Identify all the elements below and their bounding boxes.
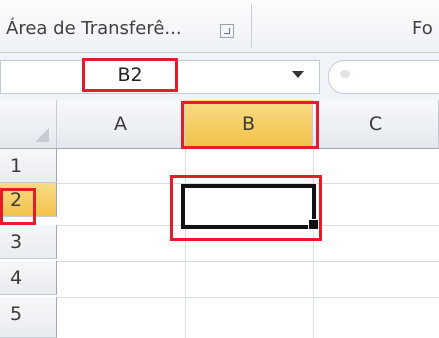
ribbon-group-separator	[251, 4, 252, 48]
column-header-c[interactable]: C	[313, 100, 439, 149]
font-group-label: Fo	[412, 18, 433, 39]
row-header-5[interactable]: 5	[0, 297, 57, 338]
select-all-triangle-icon	[35, 128, 49, 142]
gridline	[57, 297, 439, 298]
row-header-4[interactable]: 4	[0, 261, 57, 295]
row-header-1[interactable]: 1	[0, 149, 57, 183]
formula-bar-handle-icon	[340, 70, 350, 78]
chevron-down-icon[interactable]	[292, 71, 304, 78]
annotation-box-column-b	[181, 101, 319, 149]
row-header-3[interactable]: 3	[0, 225, 57, 259]
name-box-value[interactable]: B2	[82, 58, 178, 92]
gridline	[57, 261, 439, 262]
annotation-box-active-cell	[170, 175, 322, 241]
dialog-launcher-icon[interactable]	[220, 24, 234, 38]
annotation-box-row-2	[0, 188, 36, 225]
column-header-a[interactable]: A	[57, 100, 185, 149]
clipboard-group-label: Área de Transferê...	[6, 18, 182, 39]
